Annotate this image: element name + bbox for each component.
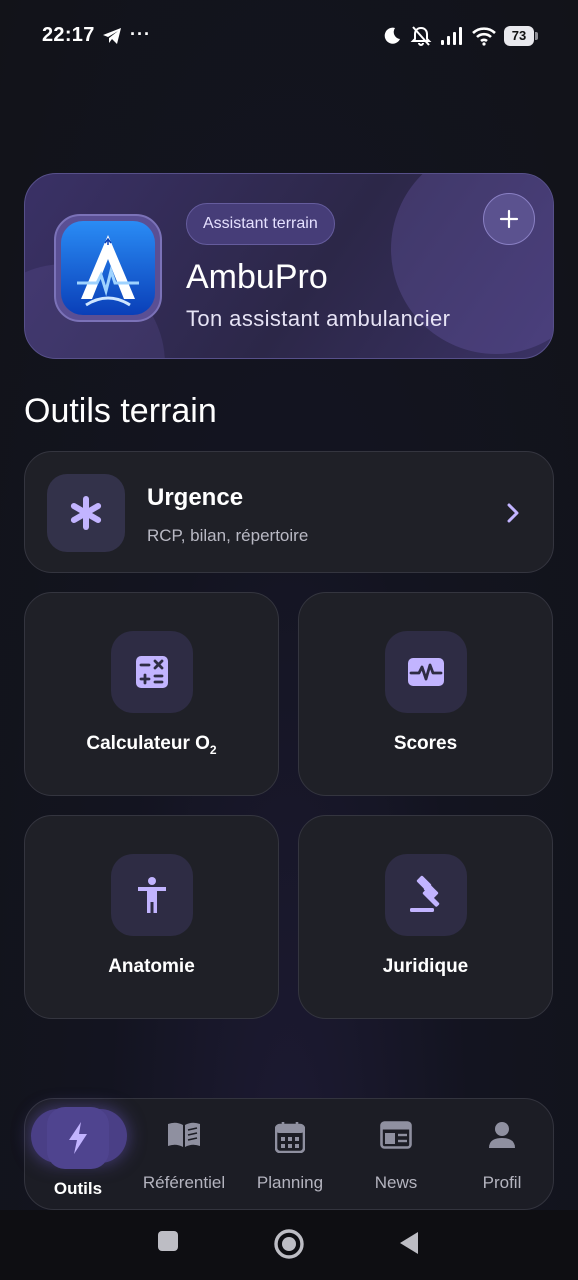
app-screen: 22:17 ··· 73 Assistant terrain AmbuPro T…	[0, 0, 578, 1280]
plus-icon	[499, 209, 519, 229]
chevron-right-icon	[507, 503, 519, 523]
more-notifications-icon: ···	[130, 24, 151, 44]
hero-card: Assistant terrain AmbuPro Ton assistant …	[24, 173, 554, 359]
urgence-subtitle: RCP, bilan, répertoire	[147, 526, 309, 545]
status-time: 22:17	[42, 24, 95, 46]
moon-icon	[384, 27, 400, 44]
urgence-card[interactable]: Urgence RCP, bilan, répertoire	[24, 451, 554, 573]
tile-icon-box	[385, 631, 467, 713]
book-icon	[168, 1122, 200, 1147]
nav-label: Profil	[482, 1173, 522, 1192]
bell-muted-icon	[410, 26, 432, 46]
tile-icon-box	[111, 854, 193, 936]
nav-item-news[interactable]: News	[343, 1099, 449, 1209]
calendar-icon	[275, 1122, 305, 1153]
recents-icon[interactable]	[157, 1230, 179, 1252]
ambupro-logo	[61, 221, 155, 315]
urgence-title: Urgence	[147, 484, 244, 511]
telegram-icon	[103, 28, 121, 44]
pulse-monitor-icon	[408, 658, 444, 686]
tile-label: Scores	[393, 733, 458, 754]
urgence-icon-box	[47, 474, 125, 552]
status-icons: 73	[382, 24, 538, 48]
nav-label: News	[374, 1173, 418, 1192]
calculator-icon	[136, 656, 168, 688]
back-icon[interactable]	[398, 1230, 420, 1256]
nav-item-referentiel[interactable]: Référentiel	[131, 1099, 237, 1209]
tile-icon-box	[385, 854, 467, 936]
nav-item-outils[interactable]: Outils	[25, 1099, 131, 1209]
home-icon[interactable]	[273, 1228, 305, 1260]
nav-label: Outils	[53, 1179, 103, 1198]
wifi-icon	[472, 27, 496, 46]
tile-juridique[interactable]: Juridique	[298, 815, 553, 1019]
tile-scores[interactable]: Scores	[298, 592, 553, 796]
nav-label: Planning	[256, 1173, 324, 1192]
newspaper-icon	[380, 1121, 412, 1149]
gavel-icon	[410, 875, 440, 912]
person-icon	[489, 1122, 515, 1148]
tile-calculateur-o2[interactable]: Calculateur O2	[24, 592, 279, 796]
tile-label: Anatomie	[108, 956, 195, 977]
tile-label: Calculateur O2	[86, 733, 217, 757]
hero-badge: Assistant terrain	[186, 203, 335, 245]
bottom-nav: Outils Référentiel Planning News Profil	[24, 1098, 554, 1210]
hero-title: AmbuPro	[186, 258, 328, 296]
tile-label: Juridique	[382, 956, 469, 977]
system-nav-bar	[0, 1210, 578, 1280]
nav-label: Référentiel	[142, 1173, 226, 1192]
status-bar: 22:17 ··· 73	[0, 0, 578, 72]
signal-icon	[441, 27, 462, 45]
nav-item-planning[interactable]: Planning	[237, 1099, 343, 1209]
add-button[interactable]	[483, 193, 535, 245]
bolt-icon	[69, 1122, 87, 1154]
section-title: Outils terrain	[24, 392, 217, 430]
battery-icon: 73	[504, 26, 538, 46]
battery-level: 73	[504, 26, 534, 46]
app-logo-frame	[54, 214, 162, 322]
asterisk-icon	[70, 496, 102, 530]
hero-subtitle: Ton assistant ambulancier	[186, 306, 451, 331]
tile-icon-box	[111, 631, 193, 713]
nav-item-profil[interactable]: Profil	[449, 1099, 555, 1209]
body-icon	[138, 877, 166, 913]
tile-anatomie[interactable]: Anatomie	[24, 815, 279, 1019]
